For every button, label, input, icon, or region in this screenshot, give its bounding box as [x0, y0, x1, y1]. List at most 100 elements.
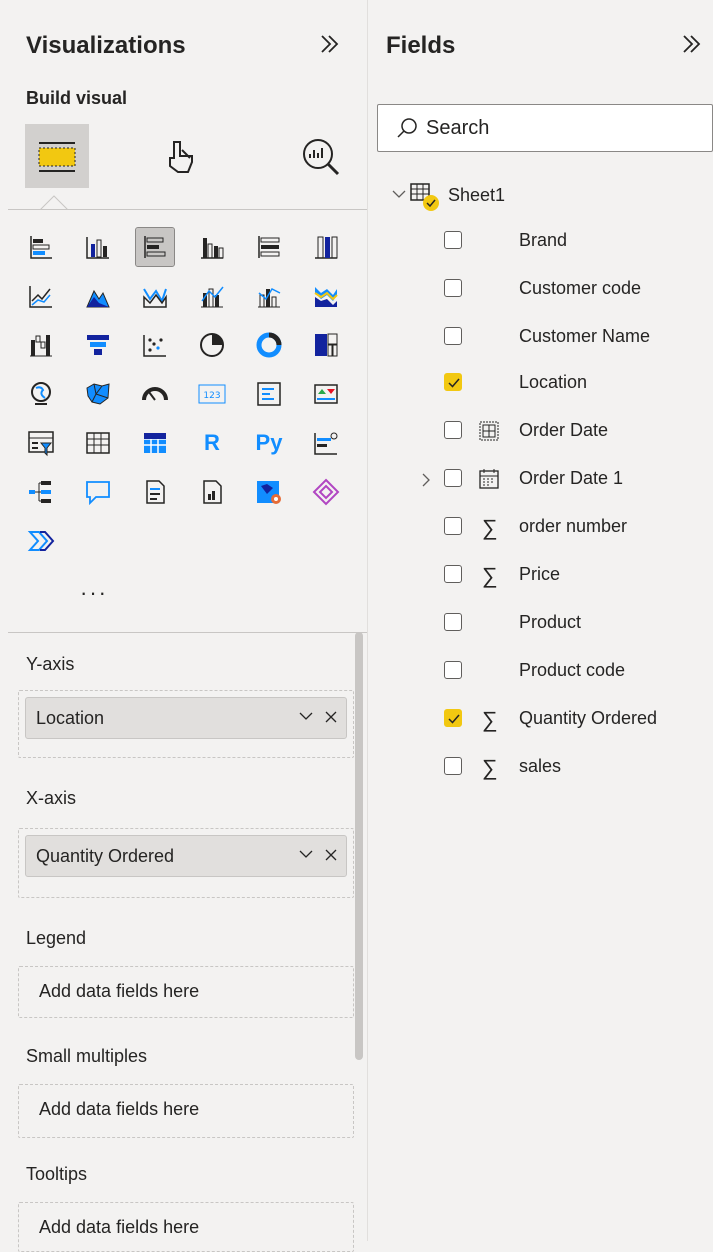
field-row[interactable]: Customer code	[368, 274, 713, 306]
decomposition-tree-icon[interactable]	[22, 473, 60, 511]
sigma-icon: ∑	[482, 707, 498, 732]
fields-search-box[interactable]: Search	[377, 104, 713, 152]
waterfall-chart-icon[interactable]	[22, 326, 60, 364]
sigma-icon: ∑	[482, 563, 498, 588]
clustered-bar-chart-icon[interactable]	[135, 227, 175, 267]
tab-underline	[8, 209, 367, 210]
power-automate-icon[interactable]	[22, 522, 60, 560]
treemap-icon[interactable]	[307, 326, 345, 364]
field-row[interactable]: ∑ Quantity Ordered	[368, 704, 713, 736]
field-row[interactable]: Location	[368, 368, 713, 400]
funnel-chart-icon[interactable]	[79, 326, 117, 364]
map-icon[interactable]	[22, 375, 60, 413]
wells-scrollbar[interactable]	[355, 632, 363, 1060]
field-label: Quantity Ordered	[519, 708, 658, 728]
field-checkbox[interactable]	[444, 517, 462, 535]
chevron-down-icon[interactable]	[298, 846, 314, 867]
filled-map-icon[interactable]	[79, 375, 117, 413]
stacked-area-chart-icon[interactable]	[136, 277, 174, 315]
field-label: sales	[519, 756, 562, 776]
field-checkbox[interactable]	[444, 279, 462, 297]
field-row[interactable]: Order Date 1	[368, 464, 713, 496]
chevron-down-icon[interactable]	[391, 186, 407, 207]
small-multiples-well[interactable]: Add data fields here	[18, 1084, 354, 1138]
remove-field-icon[interactable]	[324, 708, 338, 729]
y-axis-field-pill[interactable]: Location	[25, 697, 347, 739]
collapse-visualizations-icon[interactable]	[318, 32, 342, 63]
search-input[interactable]: Search	[426, 117, 489, 140]
100-stacked-bar-chart-icon[interactable]	[250, 228, 288, 266]
slicer-icon[interactable]	[22, 424, 60, 462]
field-checkbox-checked[interactable]	[444, 709, 462, 727]
kpi-icon[interactable]	[307, 375, 345, 413]
stacked-column-chart-icon[interactable]	[79, 228, 117, 266]
stacked-bar-chart-icon[interactable]	[22, 228, 60, 266]
paginated-report-icon[interactable]	[193, 473, 231, 511]
format-visual-icon[interactable]	[148, 124, 212, 188]
field-row[interactable]: Order Date	[368, 416, 713, 448]
field-checkbox[interactable]	[444, 661, 462, 679]
field-checkbox[interactable]	[444, 757, 462, 775]
scatter-chart-icon[interactable]	[136, 326, 174, 364]
field-row[interactable]: Customer Name	[368, 322, 713, 354]
fields-pane: Fields Search Sheet1 Brand Customer code…	[368, 0, 713, 1241]
donut-chart-icon[interactable]	[250, 326, 288, 364]
tooltips-well[interactable]: Add data fields here	[18, 1202, 354, 1252]
power-apps-icon[interactable]	[307, 473, 345, 511]
chevron-right-icon[interactable]	[418, 472, 434, 493]
field-label: Order Date	[519, 420, 609, 440]
field-checkbox[interactable]	[444, 421, 462, 439]
table-icon[interactable]	[79, 424, 117, 462]
r-script-visual-icon[interactable]: R	[193, 424, 231, 462]
100-stacked-column-chart-icon[interactable]	[307, 228, 345, 266]
field-row[interactable]: Product	[368, 608, 713, 640]
x-axis-well[interactable]: Quantity Ordered	[18, 828, 354, 898]
analytics-icon[interactable]	[288, 124, 352, 188]
multi-row-card-icon[interactable]	[250, 375, 288, 413]
field-label: Order Date 1	[519, 468, 624, 488]
smart-narrative-icon[interactable]	[136, 473, 174, 511]
small-multiples-label: Small multiples	[26, 1046, 148, 1066]
table-name: Sheet1	[448, 185, 506, 205]
pie-chart-icon[interactable]	[193, 326, 231, 364]
python-visual-icon[interactable]: Py	[250, 424, 288, 462]
ribbon-chart-icon[interactable]	[307, 277, 345, 315]
legend-placeholder: Add data fields here	[39, 981, 200, 1001]
line-and-clustered-column-chart-icon[interactable]	[250, 277, 288, 315]
field-checkbox[interactable]	[444, 231, 462, 249]
field-checkbox-checked[interactable]	[444, 373, 462, 391]
y-axis-well[interactable]: Location	[18, 690, 354, 758]
line-and-stacked-column-chart-icon[interactable]	[193, 277, 231, 315]
field-label: Location	[519, 372, 588, 392]
azure-map-icon[interactable]	[250, 473, 288, 511]
y-axis-label: Y-axis	[26, 654, 75, 674]
legend-well[interactable]: Add data fields here	[18, 966, 354, 1018]
x-axis-field-pill[interactable]: Quantity Ordered	[25, 835, 347, 877]
field-checkbox[interactable]	[444, 469, 462, 487]
build-visual-icon[interactable]	[25, 124, 89, 188]
key-influencers-icon[interactable]	[307, 424, 345, 462]
more-visuals-icon[interactable]: ···	[80, 580, 108, 606]
card-icon[interactable]: 123	[193, 375, 231, 413]
area-chart-icon[interactable]	[79, 277, 117, 315]
field-row[interactable]: Product code	[368, 656, 713, 688]
collapse-fields-icon[interactable]	[680, 32, 704, 63]
matrix-icon[interactable]	[136, 424, 174, 462]
gauge-icon[interactable]	[136, 375, 174, 413]
qa-visual-icon[interactable]	[79, 473, 117, 511]
field-row[interactable]: Brand	[368, 226, 713, 258]
fields-title: Fields	[386, 32, 456, 59]
line-chart-icon[interactable]	[22, 277, 60, 315]
field-checkbox[interactable]	[444, 565, 462, 583]
field-row[interactable]: ∑ sales	[368, 752, 713, 784]
field-label: Product code	[519, 660, 626, 680]
field-row[interactable]: ∑ Price	[368, 560, 713, 592]
remove-field-icon[interactable]	[324, 846, 338, 867]
table-node-sheet1[interactable]: Sheet1	[368, 178, 713, 212]
x-axis-field-name: Quantity Ordered	[36, 845, 175, 866]
chevron-down-icon[interactable]	[298, 708, 314, 729]
field-row[interactable]: ∑ order number	[368, 512, 713, 544]
field-checkbox[interactable]	[444, 613, 462, 631]
field-checkbox[interactable]	[444, 327, 462, 345]
clustered-column-chart-icon[interactable]	[193, 228, 231, 266]
